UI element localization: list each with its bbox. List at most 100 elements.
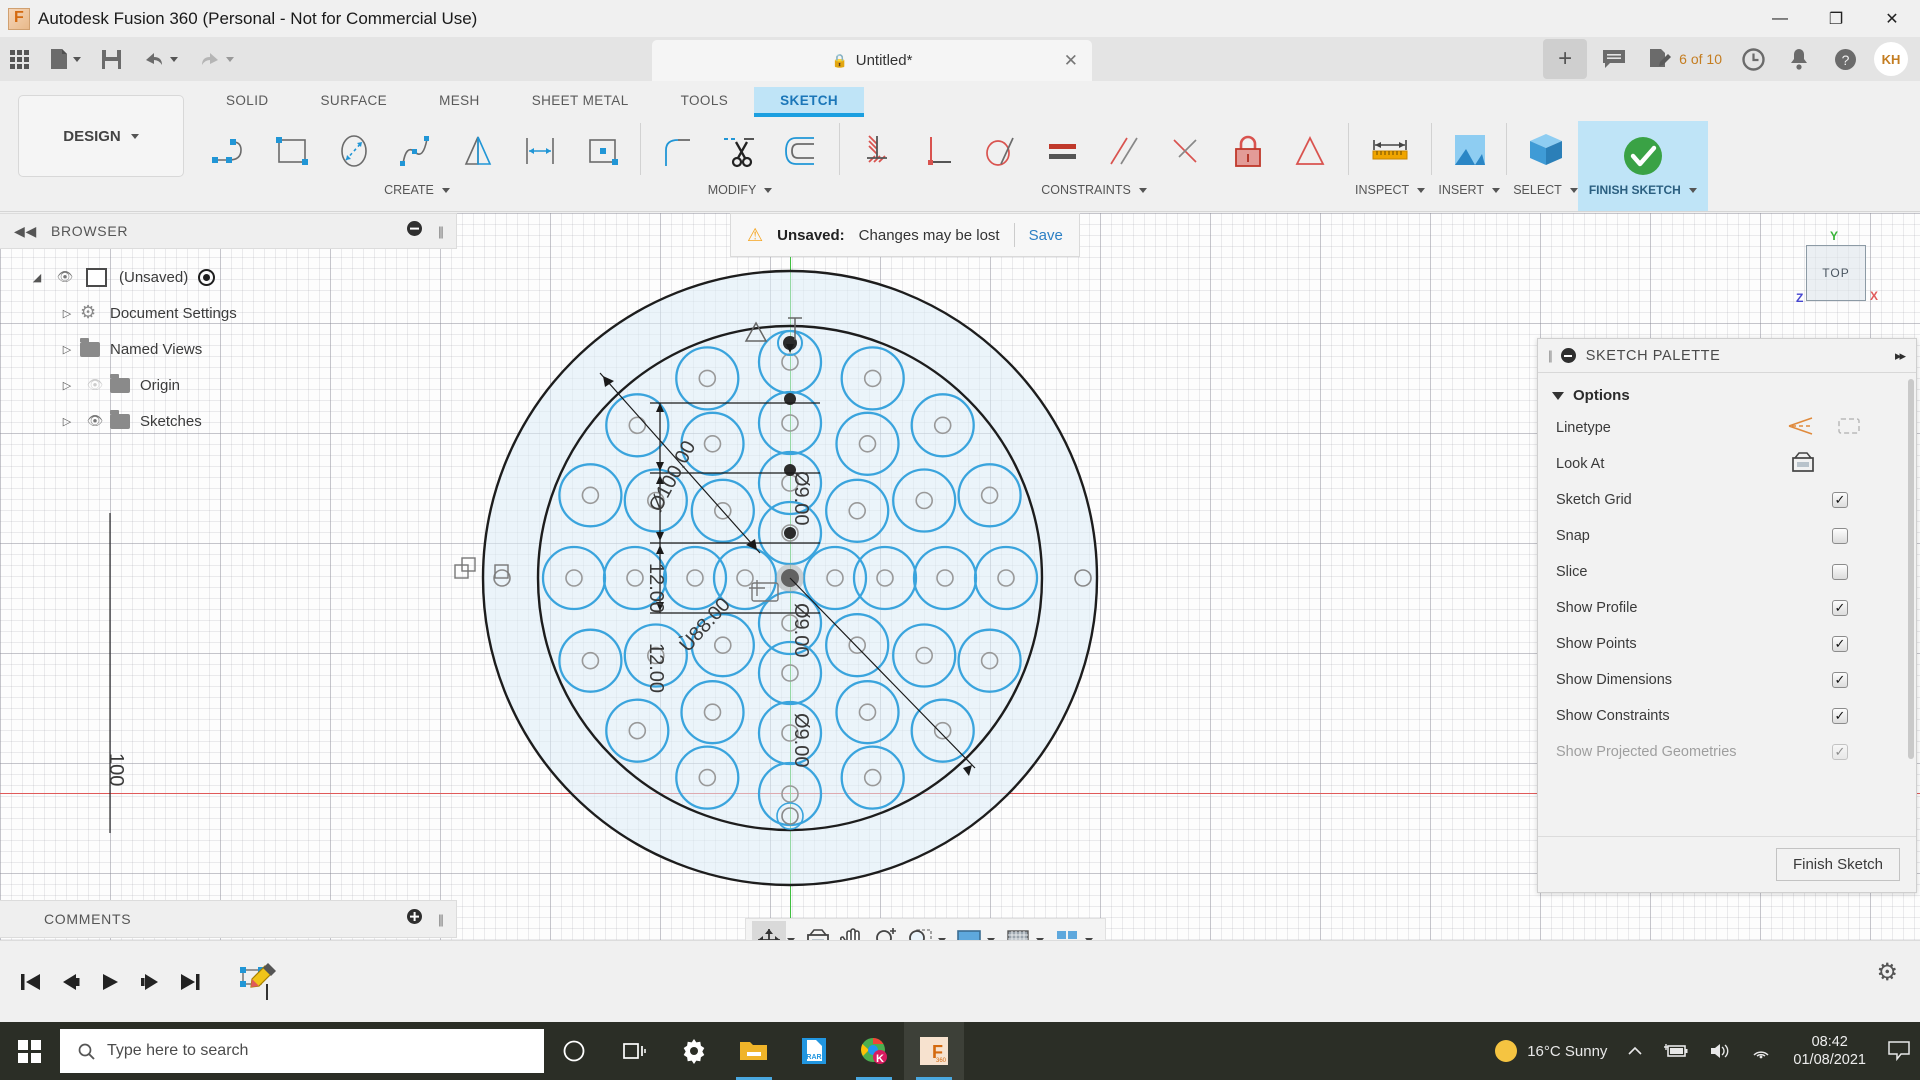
- history-button[interactable]: [1730, 37, 1776, 81]
- options-section-header[interactable]: Options: [1538, 373, 1916, 410]
- add-comment-icon[interactable]: [407, 909, 422, 929]
- comments-panel-header[interactable]: COMMENTS |||: [0, 900, 457, 938]
- browser-item-sketches[interactable]: ▷ 👁 Sketches: [0, 403, 457, 439]
- help-button[interactable]: ?: [1822, 37, 1868, 81]
- go-to-end-button[interactable]: [170, 960, 210, 1004]
- tab-surface[interactable]: SURFACE: [295, 87, 414, 114]
- show-data-panel-button[interactable]: [0, 37, 39, 81]
- add-tab-button[interactable]: +: [1543, 39, 1587, 79]
- save-link[interactable]: Save: [1029, 227, 1063, 244]
- tool-rectangle[interactable]: [262, 123, 324, 179]
- ribbon-group-label-select[interactable]: SELECT: [1513, 183, 1578, 197]
- tool-rectangular-pattern[interactable]: [510, 123, 572, 179]
- tool-equal[interactable]: [1032, 123, 1094, 179]
- ribbon-group-label-inspect[interactable]: INSPECT: [1355, 183, 1425, 197]
- finish-sketch-palette-button[interactable]: Finish Sketch: [1776, 848, 1900, 881]
- show-constraints-checkbox[interactable]: ✓: [1832, 708, 1848, 724]
- tool-ellipse[interactable]: [324, 123, 386, 179]
- taskbar-task-view[interactable]: [604, 1022, 664, 1080]
- tab-mesh[interactable]: MESH: [413, 87, 506, 114]
- ribbon-group-label-modify[interactable]: MODIFY: [708, 183, 773, 197]
- expand-arrow-icon[interactable]: ▷: [54, 379, 80, 392]
- taskbar-chrome[interactable]: K: [844, 1022, 904, 1080]
- snap-checkbox[interactable]: [1832, 528, 1848, 544]
- taskbar-winrar[interactable]: RAR: [784, 1022, 844, 1080]
- go-to-beginning-button[interactable]: [10, 960, 50, 1004]
- tool-fix-lock[interactable]: [1218, 123, 1280, 179]
- zoom-window-button[interactable]: [903, 921, 937, 940]
- timeline-feature-sketch[interactable]: [234, 959, 280, 1005]
- tool-mirror[interactable]: [448, 123, 510, 179]
- finish-sketch-button[interactable]: FINISH SKETCH: [1578, 121, 1708, 211]
- start-button[interactable]: [0, 1022, 58, 1080]
- play-button[interactable]: [90, 960, 130, 1004]
- viewports-button[interactable]: [1050, 921, 1084, 940]
- browser-item-named-views[interactable]: ▷ Named Views: [0, 331, 457, 367]
- avatar[interactable]: KH: [1874, 42, 1908, 76]
- browser-item-document-settings[interactable]: ▷ ⚙ Document Settings: [0, 295, 457, 331]
- eye-icon[interactable]: 👁: [80, 413, 110, 429]
- tool-insert-image[interactable]: [1438, 123, 1500, 179]
- tool-trim[interactable]: [709, 123, 771, 179]
- network-button[interactable]: [1741, 1043, 1781, 1059]
- view-cube[interactable]: TOP Y X Z: [1788, 229, 1872, 313]
- tab-sketch[interactable]: SKETCH: [754, 87, 864, 114]
- taskbar-search[interactable]: Type here to search: [60, 1029, 544, 1073]
- maximize-button[interactable]: ❐: [1808, 0, 1864, 37]
- tab-sheet-metal[interactable]: SHEET METAL: [506, 87, 655, 114]
- undo-button[interactable]: [132, 37, 188, 81]
- taskbar-cortana[interactable]: [544, 1022, 604, 1080]
- construction-line-icon[interactable]: [1788, 415, 1814, 442]
- ribbon-group-label-insert[interactable]: INSERT: [1438, 183, 1500, 197]
- tool-horizontal-vertical[interactable]: [846, 123, 908, 179]
- centerline-icon[interactable]: [1836, 415, 1862, 442]
- taskbar-settings[interactable]: [664, 1022, 724, 1080]
- new-file-button[interactable]: [39, 37, 91, 81]
- save-button[interactable]: [91, 37, 132, 81]
- look-at-icon[interactable]: [1790, 450, 1816, 479]
- minimize-icon[interactable]: [407, 221, 422, 241]
- taskbar-clock[interactable]: 08:42 01/08/2021: [1781, 1033, 1878, 1069]
- show-points-checkbox[interactable]: ✓: [1832, 636, 1848, 652]
- expand-icon[interactable]: ▸▸: [1895, 348, 1904, 364]
- tool-line[interactable]: [200, 123, 262, 179]
- taskbar-fusion360[interactable]: F 360: [904, 1022, 964, 1080]
- redo-button[interactable]: [188, 37, 244, 81]
- zoom-button[interactable]: [869, 921, 903, 940]
- close-icon[interactable]: ✕: [1064, 51, 1078, 71]
- browser-item-unsaved[interactable]: ◢ 👁 (Unsaved): [0, 259, 457, 295]
- tool-perpendicular[interactable]: [908, 123, 970, 179]
- taskbar-file-explorer[interactable]: [724, 1022, 784, 1080]
- tab-tools[interactable]: TOOLS: [655, 87, 755, 114]
- show-projected-geometries-checkbox[interactable]: ✓: [1832, 744, 1848, 760]
- browser-item-origin[interactable]: ▷ 👁 Origin: [0, 367, 457, 403]
- ribbon-group-label-create[interactable]: CREATE: [384, 183, 450, 197]
- tool-measure[interactable]: [1359, 123, 1421, 179]
- panel-grip-icon[interactable]: |||: [438, 224, 442, 239]
- battery-button[interactable]: [1653, 1043, 1699, 1059]
- expand-arrow-icon[interactable]: ◢: [24, 271, 50, 284]
- ribbon-group-label-constraints[interactable]: CONSTRAINTS: [1041, 183, 1147, 197]
- collapse-icon[interactable]: ◀◀: [14, 223, 37, 240]
- step-back-button[interactable]: [50, 960, 90, 1004]
- close-button[interactable]: ✕: [1864, 0, 1920, 37]
- palette-scrollbar[interactable]: [1908, 379, 1914, 759]
- expand-arrow-icon[interactable]: ▷: [54, 343, 80, 356]
- tray-overflow-button[interactable]: [1617, 1045, 1653, 1057]
- grid-snap-button[interactable]: [1001, 921, 1035, 940]
- tool-fillet[interactable]: [647, 123, 709, 179]
- tab-solid[interactable]: SOLID: [200, 87, 295, 114]
- comments-button[interactable]: [1591, 37, 1637, 81]
- action-center-button[interactable]: [1878, 1041, 1920, 1061]
- tool-symmetry[interactable]: [1280, 123, 1342, 179]
- activate-component-icon[interactable]: [198, 269, 215, 286]
- tool-parallel[interactable]: [1094, 123, 1156, 179]
- slice-checkbox[interactable]: [1832, 564, 1848, 580]
- document-tab[interactable]: 🔒 Untitled* ✕: [652, 40, 1092, 81]
- timeline-settings-button[interactable]: ⚙: [1876, 958, 1898, 987]
- show-dimensions-checkbox[interactable]: ✓: [1832, 672, 1848, 688]
- pan-button[interactable]: [835, 921, 869, 940]
- view-cube-face[interactable]: TOP: [1806, 245, 1866, 301]
- tool-midpoint[interactable]: [1156, 123, 1218, 179]
- tool-spline[interactable]: [386, 123, 448, 179]
